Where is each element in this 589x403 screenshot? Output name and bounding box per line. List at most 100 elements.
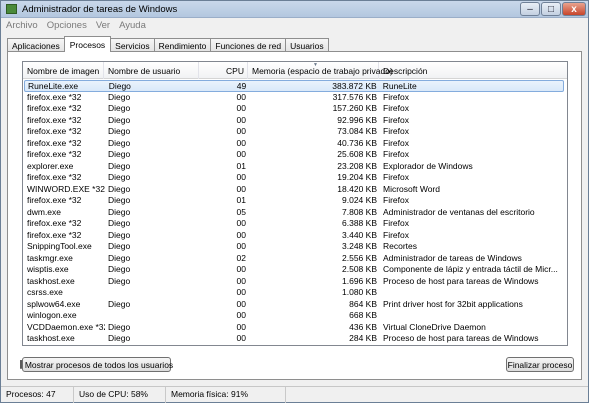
table-row[interactable]: winlogon.exe 00 668 KB [24,310,564,322]
cell-user-name: Diego [108,149,131,159]
maximize-button[interactable]: □ [541,2,561,16]
show-all-users-label: Mostrar procesos de todos los usuarios [24,359,174,370]
tab-strip: Aplicaciones Procesos Servicios Rendimie… [7,36,329,52]
list-header: Nombre de imagen Nombre de usuario CPU ▼… [23,62,567,79]
table-row[interactable]: firefox.exe *32 Diego 00 25.608 KB Firefox [24,149,564,161]
cell-memory: 25.608 KB [337,149,377,159]
cell-image-name: firefox.exe *32 [27,218,82,228]
cell-description: Firefox [383,126,409,136]
cell-memory: 864 KB [349,298,377,309]
table-row[interactable]: dwm.exe Diego 05 7.808 KB Administrador de v… [24,207,564,219]
tab-procesos[interactable]: Procesos [63,36,112,52]
column-memory[interactable]: ▼ Memoria (espacio de trabajo privado) [248,62,393,79]
cell-image-name: firefox.exe *32 [27,103,82,113]
cell-description: Proceso de host para tareas de Windows [383,275,539,286]
tab-aplicaciones[interactable]: Aplicaciones [7,38,65,52]
column-description[interactable]: Descripción [379,62,567,79]
table-row[interactable]: firefox.exe *32 Diego 00 40.736 KB Firefox [24,138,564,150]
menu-ayuda[interactable]: Ayuda [119,20,146,31]
cell-image-name: firefox.exe *32 [27,229,82,240]
cell-user-name: Diego [108,172,131,182]
cell-memory: 6.388 KB [342,218,377,228]
table-row[interactable]: WINWORD.EXE *32 Diego 00 18.420 KB Microsoft… [24,184,564,196]
tab-usuarios[interactable]: Usuarios [285,38,329,52]
cell-image-name: firefox.exe *32 [27,195,82,205]
column-image-name[interactable]: Nombre de imagen [23,62,104,79]
process-list[interactable]: Nombre de imagen Nombre de usuario CPU ▼… [22,61,568,346]
cell-image-name: firefox.exe *32 [27,114,82,125]
cell-description: Firefox [383,172,409,182]
table-row[interactable]: splwow64.exe Diego 00 864 KB Print driver ho… [24,299,564,311]
table-row[interactable]: firefox.exe *32 Diego 00 92.996 KB Firefox [24,115,564,127]
cell-cpu: 00 [236,229,246,240]
cell-memory: 2.556 KB [342,252,377,263]
cell-cpu: 00 [236,218,246,228]
table-row[interactable]: SnippingTool.exe Diego 00 3.248 KB Recortes [24,241,564,253]
cell-user-name: Diego [108,264,131,274]
table-row[interactable]: wisptis.exe Diego 00 2.508 KB Componente de … [24,264,564,276]
title-bar[interactable]: Administrador de tareas de Windows – □ x [1,1,588,18]
status-cpu-usage: Uso de CPU: 58% [74,386,166,403]
cell-memory: 3.248 KB [342,241,377,251]
cell-description: Firefox [383,114,409,125]
table-row[interactable]: firefox.exe *32 Diego 00 157.260 KB Firefox [24,103,564,115]
cell-description: Microsoft Word [383,183,440,194]
cell-memory: 19.204 KB [337,172,377,182]
cell-user-name: Diego [108,91,131,102]
cell-image-name: wisptis.exe [27,264,69,274]
table-row[interactable]: firefox.exe *32 Diego 01 9.024 KB Firefox [24,195,564,207]
table-row[interactable]: taskhost.exe Diego 00 1.696 KB Proceso de ho… [24,276,564,288]
cell-description: Firefox [383,195,409,205]
cell-memory: 9.024 KB [342,195,377,205]
cell-cpu: 00 [236,298,246,309]
table-row-selected[interactable]: RuneLite.exe Diego 49 383.872 KB RuneLite [24,80,564,92]
status-process-count: Procesos: 47 [1,386,74,403]
menu-archivo[interactable]: Archivo [6,20,38,31]
column-cpu[interactable]: CPU [199,62,248,79]
menu-ver[interactable]: Ver [96,20,110,31]
cell-memory: 668 KB [349,310,377,320]
table-row[interactable]: firefox.exe *32 Diego 00 6.388 KB Firefox [24,218,564,230]
table-row[interactable]: firefox.exe *32 Diego 00 19.204 KB Firefox [24,172,564,184]
cell-description: Componente de lápiz y entrada táctil de … [383,264,558,274]
cell-cpu: 00 [236,264,246,274]
cell-description: Explorador de Windows [383,160,473,171]
table-row[interactable]: taskmgr.exe Diego 02 2.556 KB Administrador … [24,253,564,265]
column-user-name[interactable]: Nombre de usuario [104,62,199,79]
end-process-button[interactable]: Finalizar proceso [506,357,574,372]
minimize-button[interactable]: – [520,2,540,16]
table-row[interactable]: firefox.exe *32 Diego 00 317.576 KB Firefox [24,92,564,104]
cell-memory: 7.808 KB [342,206,377,217]
cell-cpu: 00 [236,310,246,320]
window-title: Administrador de tareas de Windows [22,4,178,15]
cell-cpu: 01 [236,195,246,205]
cell-memory: 40.736 KB [337,137,377,148]
menu-opciones[interactable]: Opciones [47,20,87,31]
table-row[interactable]: explorer.exe Diego 01 23.208 KB Explorador d… [24,161,564,173]
cell-memory: 284 KB [349,333,377,343]
table-row[interactable]: csrss.exe 00 1.080 KB [24,287,564,299]
table-row[interactable]: firefox.exe *32 Diego 00 3.440 KB Firefox [24,230,564,242]
cell-cpu: 00 [236,91,246,102]
cell-description [380,287,564,299]
cell-user-name: Diego [108,321,131,332]
cell-user-name: Diego [108,298,131,309]
cell-user-name [105,310,200,322]
table-row[interactable]: firefox.exe *32 Diego 00 73.084 KB Firefox [24,126,564,138]
cell-description [380,310,564,322]
cell-cpu: 00 [236,137,246,148]
tab-servicios[interactable]: Servicios [110,38,155,52]
tab-rendimiento[interactable]: Rendimiento [153,38,212,52]
cell-cpu: 00 [236,114,246,125]
show-all-users-button[interactable]: Mostrar procesos de todos los usuarios [19,357,174,372]
cell-description: Administrador de ventanas del escritorio [383,206,535,217]
tab-funciones-de-red[interactable]: Funciones de red [210,38,287,52]
cell-image-name: csrss.exe [27,287,63,297]
cell-memory: 73.084 KB [337,126,377,136]
table-row[interactable]: taskhost.exe Diego 00 284 KB Proceso de host… [24,333,564,345]
cell-image-name: firefox.exe *32 [27,91,82,102]
table-row[interactable]: VCDDaemon.exe *32 Diego 00 436 KB Virtual Cl… [24,322,564,334]
cell-image-name: firefox.exe *32 [27,126,82,136]
cell-image-name: dwm.exe [27,206,62,217]
close-button[interactable]: x [562,2,586,16]
